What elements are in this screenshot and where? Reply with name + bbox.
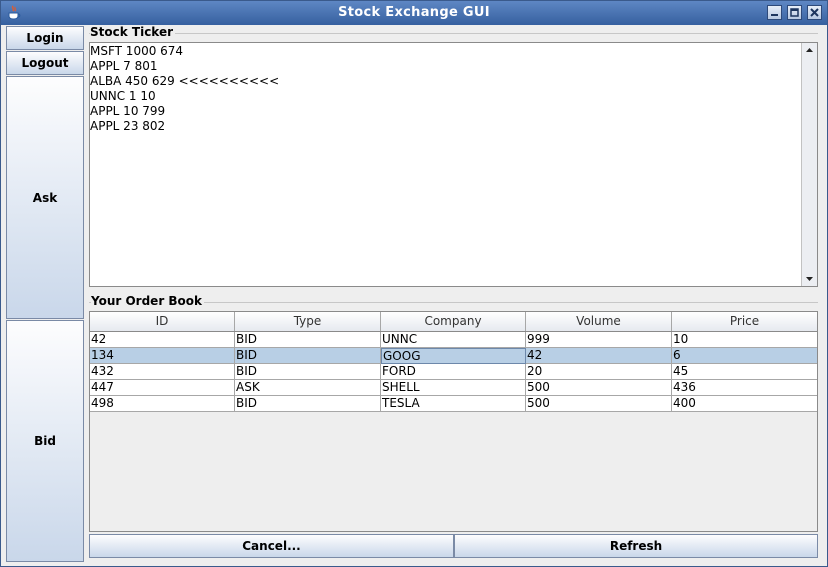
order-book-table[interactable]: ID Type Company Volume Price 42 BID UNNC…	[89, 311, 818, 532]
ticker-line: MSFT 1000 674	[90, 44, 184, 58]
cell-type: BID	[235, 348, 381, 364]
cell-company-focused: GOOG	[381, 348, 526, 364]
table-row[interactable]: 498 BID TESLA 500 400	[90, 396, 817, 412]
ask-button[interactable]: Ask	[6, 76, 84, 319]
cell-company: UNNC	[381, 332, 526, 348]
ticker-line: APPL 7 801	[90, 59, 158, 73]
table-row[interactable]: 42 BID UNNC 999 10	[90, 332, 817, 348]
ticker-line: ALBA 450 629 <<<<<<<<<<	[90, 74, 280, 88]
scroll-down-icon[interactable]	[802, 272, 817, 286]
cell-price: 45	[672, 364, 817, 380]
cell-id: 42	[90, 332, 235, 348]
orderbook-group-label: Your Order Book	[91, 294, 205, 308]
table-row[interactable]: 432 BID FORD 20 45	[90, 364, 817, 380]
table-row[interactable]: 447 ASK SHELL 500 436	[90, 380, 817, 396]
cell-price: 436	[672, 380, 817, 396]
cell-company: SHELL	[381, 380, 526, 396]
cell-id: 134	[90, 348, 235, 364]
cell-volume: 500	[526, 396, 672, 412]
cell-id: 498	[90, 396, 235, 412]
close-icon	[810, 8, 819, 17]
cell-company: TESLA	[381, 396, 526, 412]
ticker-line: UNNC 1 10	[90, 89, 156, 103]
bid-button[interactable]: Bid	[6, 320, 84, 562]
cell-price: 400	[672, 396, 817, 412]
cell-id: 447	[90, 380, 235, 396]
table-header: ID Type Company Volume Price	[90, 312, 817, 332]
cell-type: BID	[235, 332, 381, 348]
column-header-id[interactable]: ID	[90, 312, 235, 331]
refresh-button[interactable]: Refresh	[454, 534, 818, 558]
login-button[interactable]: Login	[6, 26, 84, 50]
ticker-group-border	[89, 33, 818, 34]
ticker-group-label: Stock Ticker	[90, 25, 176, 39]
column-header-volume[interactable]: Volume	[526, 312, 672, 331]
cell-type: BID	[235, 364, 381, 380]
minimize-button[interactable]	[767, 5, 782, 20]
cell-volume: 20	[526, 364, 672, 380]
minimize-icon	[771, 14, 778, 16]
column-header-company[interactable]: Company	[381, 312, 526, 331]
title-bar[interactable]: Stock Exchange GUI	[1, 1, 827, 25]
cell-volume: 999	[526, 332, 672, 348]
ticker-lines: MSFT 1000 674 APPL 7 801 ALBA 450 629 <<<<…	[90, 44, 279, 134]
cell-type: ASK	[235, 380, 381, 396]
column-header-type[interactable]: Type	[235, 312, 381, 331]
cell-volume: 42	[526, 348, 672, 364]
ticker-scrollbar[interactable]	[801, 43, 817, 286]
logout-button[interactable]: Logout	[6, 51, 84, 75]
cell-price: 6	[672, 348, 817, 364]
scroll-up-icon[interactable]	[802, 43, 817, 57]
maximize-icon	[790, 8, 799, 17]
ticker-line: APPL 23 802	[90, 119, 166, 133]
stock-ticker-textarea[interactable]: MSFT 1000 674 APPL 7 801 ALBA 450 629 <<<<…	[89, 42, 818, 287]
cancel-button[interactable]: Cancel...	[89, 534, 454, 558]
ticker-line: APPL 10 799	[90, 104, 166, 118]
close-button[interactable]	[807, 5, 822, 20]
maximize-button[interactable]	[787, 5, 802, 20]
cell-volume: 500	[526, 380, 672, 396]
window-title: Stock Exchange GUI	[338, 5, 490, 20]
cell-price: 10	[672, 332, 817, 348]
app-window: Stock Exchange GUI Login Logout Ask Bid …	[0, 0, 828, 567]
cell-company: FORD	[381, 364, 526, 380]
cell-id: 432	[90, 364, 235, 380]
cell-type: BID	[235, 396, 381, 412]
table-row-selected[interactable]: 134 BID GOOG 42 6	[90, 348, 817, 364]
column-header-price[interactable]: Price	[672, 312, 817, 331]
